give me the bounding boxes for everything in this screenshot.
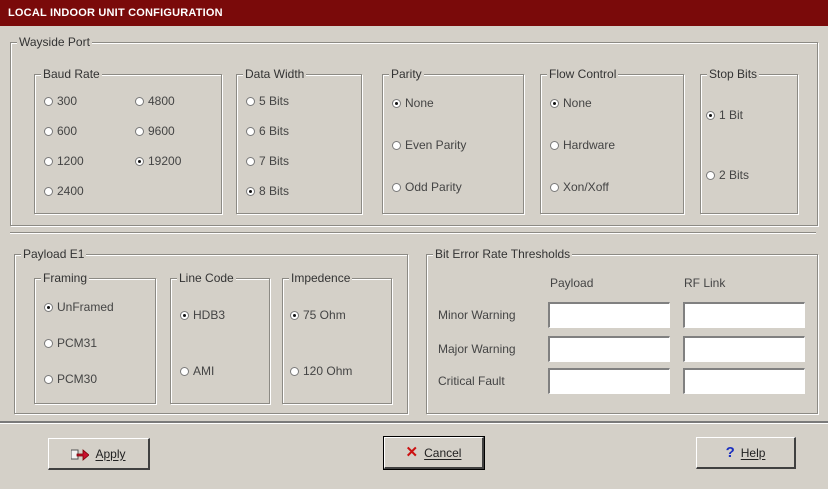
baud-600-radio[interactable]: 600 xyxy=(44,124,77,138)
data-width-6-radio[interactable]: 6 Bits xyxy=(246,124,289,138)
impedance-legend: Impedence xyxy=(289,271,353,285)
radio-dot xyxy=(44,374,53,384)
flow-none-radio[interactable]: None xyxy=(550,96,592,110)
stop-2-radio[interactable]: 2 Bits xyxy=(706,168,749,182)
apply-button[interactable]: Apply xyxy=(48,438,150,470)
cancel-label: Cancel xyxy=(424,445,462,460)
baud-1200-radio[interactable]: 1200 xyxy=(44,154,84,168)
stop-1-radio[interactable]: 1 Bit xyxy=(706,108,743,122)
flow-xonxoff-radio[interactable]: Xon/Xoff xyxy=(550,180,609,194)
radio-dot-selected xyxy=(44,302,53,312)
radio-dot xyxy=(135,126,144,136)
ber-thresholds-legend: Bit Error Rate Thresholds xyxy=(433,247,573,261)
payload-e1-legend: Payload E1 xyxy=(21,247,87,261)
framing-pcm31-radio[interactable]: PCM31 xyxy=(44,336,97,350)
stop-bits-legend: Stop Bits xyxy=(707,67,760,81)
data-width-5-radio[interactable]: 5 Bits xyxy=(246,94,289,108)
line-code-hdb3-radio[interactable]: HDB3 xyxy=(180,308,225,322)
cancel-x-icon: ✕ xyxy=(405,444,419,461)
major-warning-payload-field[interactable] xyxy=(548,336,670,362)
radio-dot-selected xyxy=(180,310,189,320)
line-code-ami-radio[interactable]: AMI xyxy=(180,364,214,378)
cancel-button[interactable]: ✕ Cancel xyxy=(383,436,485,470)
line-code-legend: Line Code xyxy=(177,271,236,285)
apply-label: Apply xyxy=(95,446,126,461)
major-warning-label: Major Warning xyxy=(438,342,516,356)
apply-icon xyxy=(71,447,90,461)
flow-hardware-radio[interactable]: Hardware xyxy=(550,138,615,152)
parity-odd-radio[interactable]: Odd Parity xyxy=(392,180,462,194)
rf-link-column-header: RF Link xyxy=(684,276,726,290)
impedance-group: Impedence xyxy=(282,271,392,404)
critical-fault-payload-field[interactable] xyxy=(548,368,670,394)
impedance-75-radio[interactable]: 75 Ohm xyxy=(290,308,346,322)
radio-dot xyxy=(44,96,53,106)
radio-dot xyxy=(706,170,715,180)
radio-dot xyxy=(44,338,53,348)
help-label: Help xyxy=(740,445,766,460)
radio-dot xyxy=(180,366,189,376)
baud-9600-radio[interactable]: 9600 xyxy=(135,124,175,138)
help-button[interactable]: ? Help xyxy=(696,437,796,469)
radio-dot xyxy=(392,182,401,192)
parity-none-radio[interactable]: None xyxy=(392,96,434,110)
radio-dot xyxy=(246,96,255,106)
minor-warning-rf-field[interactable] xyxy=(683,302,805,328)
framing-legend: Framing xyxy=(41,271,90,285)
impedance-120-radio[interactable]: 120 Ohm xyxy=(290,364,352,378)
radio-dot-selected xyxy=(290,310,299,320)
framing-pcm30-radio[interactable]: PCM30 xyxy=(44,372,97,386)
radio-dot xyxy=(550,140,559,150)
data-width-legend: Data Width xyxy=(243,67,307,81)
radio-dot xyxy=(246,156,255,166)
line-code-group: Line Code xyxy=(170,271,270,404)
radio-dot xyxy=(135,96,144,106)
radio-dot xyxy=(44,186,53,196)
baud-4800-radio[interactable]: 4800 xyxy=(135,94,175,108)
baud-300-radio[interactable]: 300 xyxy=(44,94,77,108)
radio-dot xyxy=(44,126,53,136)
radio-dot-selected xyxy=(550,98,559,108)
data-width-8-radio[interactable]: 8 Bits xyxy=(246,184,289,198)
radio-dot xyxy=(550,182,559,192)
radio-dot-selected xyxy=(135,156,144,166)
payload-column-header: Payload xyxy=(550,276,594,290)
parity-even-radio[interactable]: Even Parity xyxy=(392,138,466,152)
radio-dot-selected xyxy=(392,98,401,108)
wayside-port-legend: Wayside Port xyxy=(17,35,92,49)
parity-legend: Parity xyxy=(389,67,424,81)
critical-fault-label: Critical Fault xyxy=(438,374,505,388)
flow-control-legend: Flow Control xyxy=(547,67,619,81)
radio-dot xyxy=(290,366,299,376)
major-warning-rf-field[interactable] xyxy=(683,336,805,362)
radio-dot xyxy=(246,126,255,136)
window-title: LOCAL INDOOR UNIT CONFIGURATION xyxy=(0,0,828,26)
stop-bits-group: Stop Bits xyxy=(700,67,798,214)
radio-dot xyxy=(392,140,401,150)
minor-warning-label: Minor Warning xyxy=(438,308,516,322)
baud-rate-legend: Baud Rate xyxy=(41,67,102,81)
help-question-icon: ? xyxy=(725,444,735,461)
data-width-7-radio[interactable]: 7 Bits xyxy=(246,154,289,168)
radio-dot-selected xyxy=(246,186,255,196)
radio-dot-selected xyxy=(706,110,715,120)
minor-warning-payload-field[interactable] xyxy=(548,302,670,328)
framing-unframed-radio[interactable]: UnFramed xyxy=(44,300,114,314)
critical-fault-rf-field[interactable] xyxy=(683,368,805,394)
baud-19200-radio[interactable]: 19200 xyxy=(135,154,181,168)
radio-dot xyxy=(44,156,53,166)
section-separator xyxy=(10,232,816,234)
baud-2400-radio[interactable]: 2400 xyxy=(44,184,84,198)
